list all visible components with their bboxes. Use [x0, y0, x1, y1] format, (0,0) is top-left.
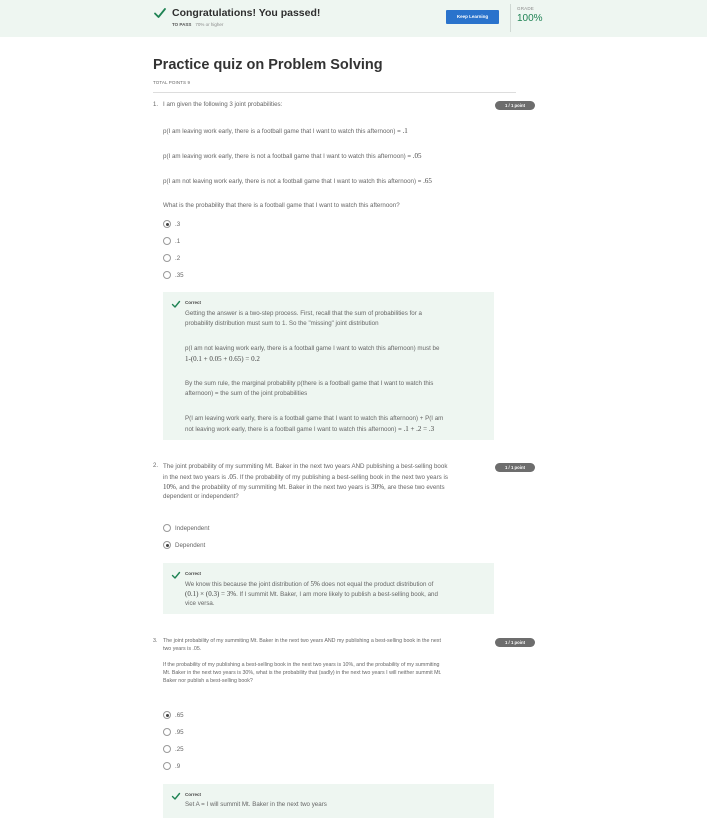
answer-option[interactable]: .1 [163, 236, 180, 246]
feedback-text: By the sum rule, the marginal probabilit… [185, 380, 434, 387]
grade-value: 100% [517, 13, 543, 24]
question-prompt: What is the probability that there is a … [163, 202, 400, 209]
answer-option[interactable]: .2 [163, 253, 180, 263]
question-text: The joint probability of my summiting Mt… [163, 463, 448, 470]
feedback-text: afternoon) = the sum of the joint probab… [185, 390, 308, 397]
answer-option[interactable]: .35 [163, 270, 184, 280]
radio-button[interactable] [163, 745, 171, 753]
feedback-text: vice versa. [185, 600, 215, 607]
question-number: 2. [153, 463, 159, 469]
feedback-title: Correct [185, 300, 202, 305]
feedback-text: (0.1) × (0.3) = 3%. If I summit Mt. Bake… [185, 590, 438, 598]
answer-option[interactable]: Independent [163, 523, 209, 533]
question-line: p(I am leaving work early, there is not … [163, 152, 422, 160]
keep-learning-button[interactable]: Keep Learning [446, 10, 499, 24]
feedback-math: 1-(0.1 + 0.05 + 0.65) = 0.2 [185, 355, 260, 363]
feedback-title: Correct [185, 571, 202, 576]
answer-option[interactable]: .3 [163, 219, 180, 229]
question-number: 3. [153, 638, 158, 644]
feedback-box: Correct Set A = I will summit Mt. Baker … [163, 784, 494, 818]
pass-requirement: TO PASS 70% or higher [172, 22, 224, 27]
radio-button[interactable] [163, 541, 171, 549]
divider [153, 92, 516, 93]
answer-option[interactable]: .65 [163, 710, 184, 720]
total-points: TOTAL POINTS 9 [153, 80, 191, 85]
question-text: I am given the following 3 joint probabi… [163, 101, 283, 108]
feedback-text: Getting the answer is a two-step process… [185, 310, 422, 317]
points-badge: 1 / 1 point [495, 101, 535, 110]
divider [510, 4, 511, 32]
feedback-box: Correct We know this because the joint d… [163, 563, 494, 614]
feedback-text: not leaving work early, there is a footb… [185, 425, 435, 433]
question-line: p(I am not leaving work early, there is … [163, 177, 432, 185]
radio-button[interactable] [163, 220, 171, 228]
feedback-text: P(I am leaving work early, there is a fo… [185, 415, 444, 422]
page-title: Practice quiz on Problem Solving [153, 57, 383, 73]
question-line: p(I am leaving work early, there is a fo… [163, 127, 408, 135]
banner-title: Congratulations! You passed! [172, 7, 321, 19]
answer-option[interactable]: .25 [163, 744, 184, 754]
radio-button[interactable] [163, 524, 171, 532]
points-badge: 1 / 1 point [495, 463, 535, 472]
radio-button[interactable] [163, 237, 171, 245]
question-number: 1. [153, 102, 159, 108]
radio-button[interactable] [163, 762, 171, 770]
feedback-text: p(I am not leaving work early, there is … [185, 345, 440, 352]
question-text: dependent or independent? [163, 493, 239, 500]
radio-button[interactable] [163, 711, 171, 719]
answer-option[interactable]: Dependent [163, 540, 205, 550]
grade-label: GRADE [517, 6, 535, 11]
answer-option[interactable]: .95 [163, 727, 184, 737]
check-icon [154, 8, 166, 18]
question-text: two years is .05. [163, 646, 202, 652]
radio-button[interactable] [163, 728, 171, 736]
feedback-box: Correct Getting the answer is a two-step… [163, 292, 494, 440]
radio-button[interactable] [163, 254, 171, 262]
radio-button[interactable] [163, 271, 171, 279]
question-text: Mt. Baker in the next two years is 30%, … [163, 670, 442, 676]
check-icon [171, 571, 181, 579]
answer-option[interactable]: .9 [163, 761, 180, 771]
feedback-title: Correct [185, 792, 202, 797]
result-banner: Congratulations! You passed! TO PASS 70% … [0, 0, 707, 37]
check-icon [171, 792, 181, 800]
question-text: If the probability of my publishing a be… [163, 662, 440, 668]
question-text: Baker nor publish a best-selling book? [163, 678, 253, 684]
question-text: The joint probability of my summiting Mt… [163, 638, 441, 644]
points-badge: 1 / 1 point [495, 638, 535, 647]
check-icon [171, 300, 181, 308]
feedback-text: Set A = I will summit Mt. Baker in the n… [185, 801, 327, 808]
feedback-text: probability distribution must sum to 1. … [185, 320, 379, 327]
